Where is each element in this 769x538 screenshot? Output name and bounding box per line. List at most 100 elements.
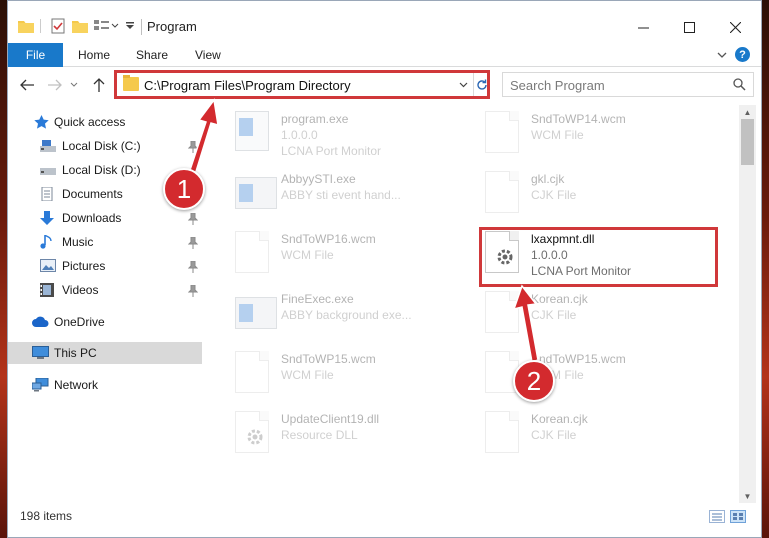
title-bar: Program [8, 1, 761, 41]
large-icons-view-icon[interactable] [730, 510, 746, 523]
step-1-badge: 1 [163, 168, 205, 210]
file-item[interactable]: UpdateClient19.dll Resource DLL [211, 409, 456, 465]
file-item[interactable]: SndToWP16.wcm WCM File [211, 229, 456, 285]
sidebar-item-label: Documents [62, 187, 123, 201]
file-item[interactable]: AbbyySTI.exe ABBY sti event hand... [211, 169, 456, 225]
sidebar-item-downloads[interactable]: Downloads [8, 207, 202, 229]
back-button[interactable] [18, 75, 36, 95]
sidebar-item-local-disk-c[interactable]: Local Disk (C:) [8, 135, 202, 157]
file-detail: WCM File [531, 128, 584, 142]
file-detail: ABBY background exe... [281, 308, 412, 322]
sidebar-item-label: Network [54, 378, 99, 392]
file-icon [485, 411, 519, 453]
file-item[interactable]: gkl.cjk CJK File [461, 169, 706, 225]
sidebar-item-onedrive[interactable]: OneDrive [8, 311, 202, 333]
details-view-icon[interactable] [709, 510, 725, 523]
sidebar-item-label: Videos [62, 283, 99, 297]
properties-icon[interactable] [48, 16, 68, 36]
chevron-down-icon[interactable] [120, 16, 140, 36]
computer-icon [32, 346, 49, 360]
pin-icon[interactable] [187, 140, 199, 153]
file-item[interactable]: Korean.cjk CJK File [461, 289, 706, 345]
file-name: UpdateClient19.dll [281, 412, 380, 426]
file-detail: LCNA Port Monitor [281, 144, 382, 158]
file-name: SndToWP16.wcm [281, 232, 376, 246]
scroll-up-icon[interactable]: ▲ [739, 105, 756, 119]
scroll-down-icon[interactable]: ▼ [739, 489, 756, 503]
file-detail: 1.0.0.0 [281, 128, 318, 142]
file-detail: CJK File [531, 188, 577, 202]
file-name: Korean.cjk [531, 292, 588, 306]
drive-icon [40, 163, 56, 177]
search-icon[interactable] [733, 78, 746, 91]
exe-icon [235, 177, 277, 209]
sidebar-item-label: This PC [54, 346, 97, 360]
item-count: 198 items [20, 509, 73, 523]
file-detail: Resource DLL [281, 428, 358, 442]
documents-icon [40, 186, 56, 202]
vertical-scrollbar[interactable]: ▲ ▼ [739, 105, 756, 503]
folder-icon[interactable] [16, 16, 36, 36]
search-input[interactable]: Search Program [510, 78, 605, 93]
drive-icon [40, 139, 56, 153]
videos-icon [40, 283, 56, 297]
music-icon [40, 234, 56, 249]
close-button[interactable] [712, 13, 758, 41]
sidebar-item-pictures[interactable]: Pictures [8, 255, 202, 277]
tab-share[interactable]: Share [136, 43, 168, 67]
pin-icon[interactable] [187, 236, 199, 249]
exe-icon [235, 297, 277, 329]
file-icon [485, 291, 519, 333]
sidebar-item-label: Local Disk (D:) [62, 163, 141, 177]
file-item[interactable]: FineExec.exe ABBY background exe... [211, 289, 456, 345]
sidebar-item-label: Downloads [62, 211, 122, 225]
file-item[interactable]: SndToWP14.wcm WCM File [461, 109, 706, 165]
file-name: AbbyySTI.exe [281, 172, 356, 186]
file-detail: WCM File [281, 368, 334, 382]
minimize-button[interactable] [620, 13, 666, 41]
file-name: Korean.cjk [531, 412, 588, 426]
sidebar-item-this-pc[interactable]: This PC [8, 342, 202, 364]
file-item[interactable]: program.exe 1.0.0.0 LCNA Port Monitor [211, 109, 456, 165]
sidebar-item-label: Pictures [62, 259, 106, 273]
sidebar-item-videos[interactable]: Videos [8, 279, 202, 301]
pin-icon[interactable] [187, 212, 199, 225]
search-box[interactable]: Search Program [502, 72, 754, 97]
pin-icon[interactable] [187, 260, 199, 273]
file-icon [485, 171, 519, 213]
ribbon-tabs: File Home Share View ? [8, 43, 761, 67]
file-name: SndToWP15.wcm [281, 352, 376, 366]
file-name: program.exe [281, 112, 349, 126]
file-name: FineExec.exe [281, 292, 354, 306]
pictures-icon [40, 259, 56, 273]
file-icon [235, 351, 269, 393]
recent-locations-icon[interactable] [68, 75, 80, 95]
expand-ribbon-icon[interactable] [715, 47, 729, 63]
window-title: Program [147, 19, 197, 34]
explorer-window: Program File Home Share View ? C:\Progra… [7, 0, 762, 538]
customize-icon[interactable] [92, 16, 120, 36]
sidebar-item-quick-access[interactable]: Quick access [8, 111, 202, 133]
help-icon[interactable]: ? [735, 47, 750, 62]
tab-view[interactable]: View [195, 43, 221, 67]
scrollbar-thumb[interactable] [741, 119, 754, 165]
file-name: gkl.cjk [531, 172, 565, 186]
tab-file[interactable]: File [8, 43, 63, 67]
title-separator [141, 19, 142, 35]
step-2-badge: 2 [513, 360, 555, 402]
maximize-button[interactable] [666, 13, 712, 41]
sidebar-item-label: Local Disk (C:) [62, 139, 141, 153]
forward-button[interactable] [46, 75, 64, 95]
up-button[interactable] [90, 75, 108, 95]
network-icon [31, 377, 49, 392]
new-folder-icon[interactable] [70, 16, 90, 36]
sidebar-item-music[interactable]: Music [8, 231, 202, 253]
tab-home[interactable]: Home [78, 43, 110, 67]
file-item[interactable]: SndToWP15.wcm WCM File [211, 349, 456, 405]
installer-icon [235, 111, 269, 151]
file-item[interactable]: Korean.cjk CJK File [461, 409, 706, 465]
pin-icon[interactable] [187, 284, 199, 297]
status-bar: 198 items [8, 505, 761, 527]
sidebar-item-network[interactable]: Network [8, 374, 202, 396]
file-item[interactable]: SndToWP15.wcm WCM File [461, 349, 706, 405]
